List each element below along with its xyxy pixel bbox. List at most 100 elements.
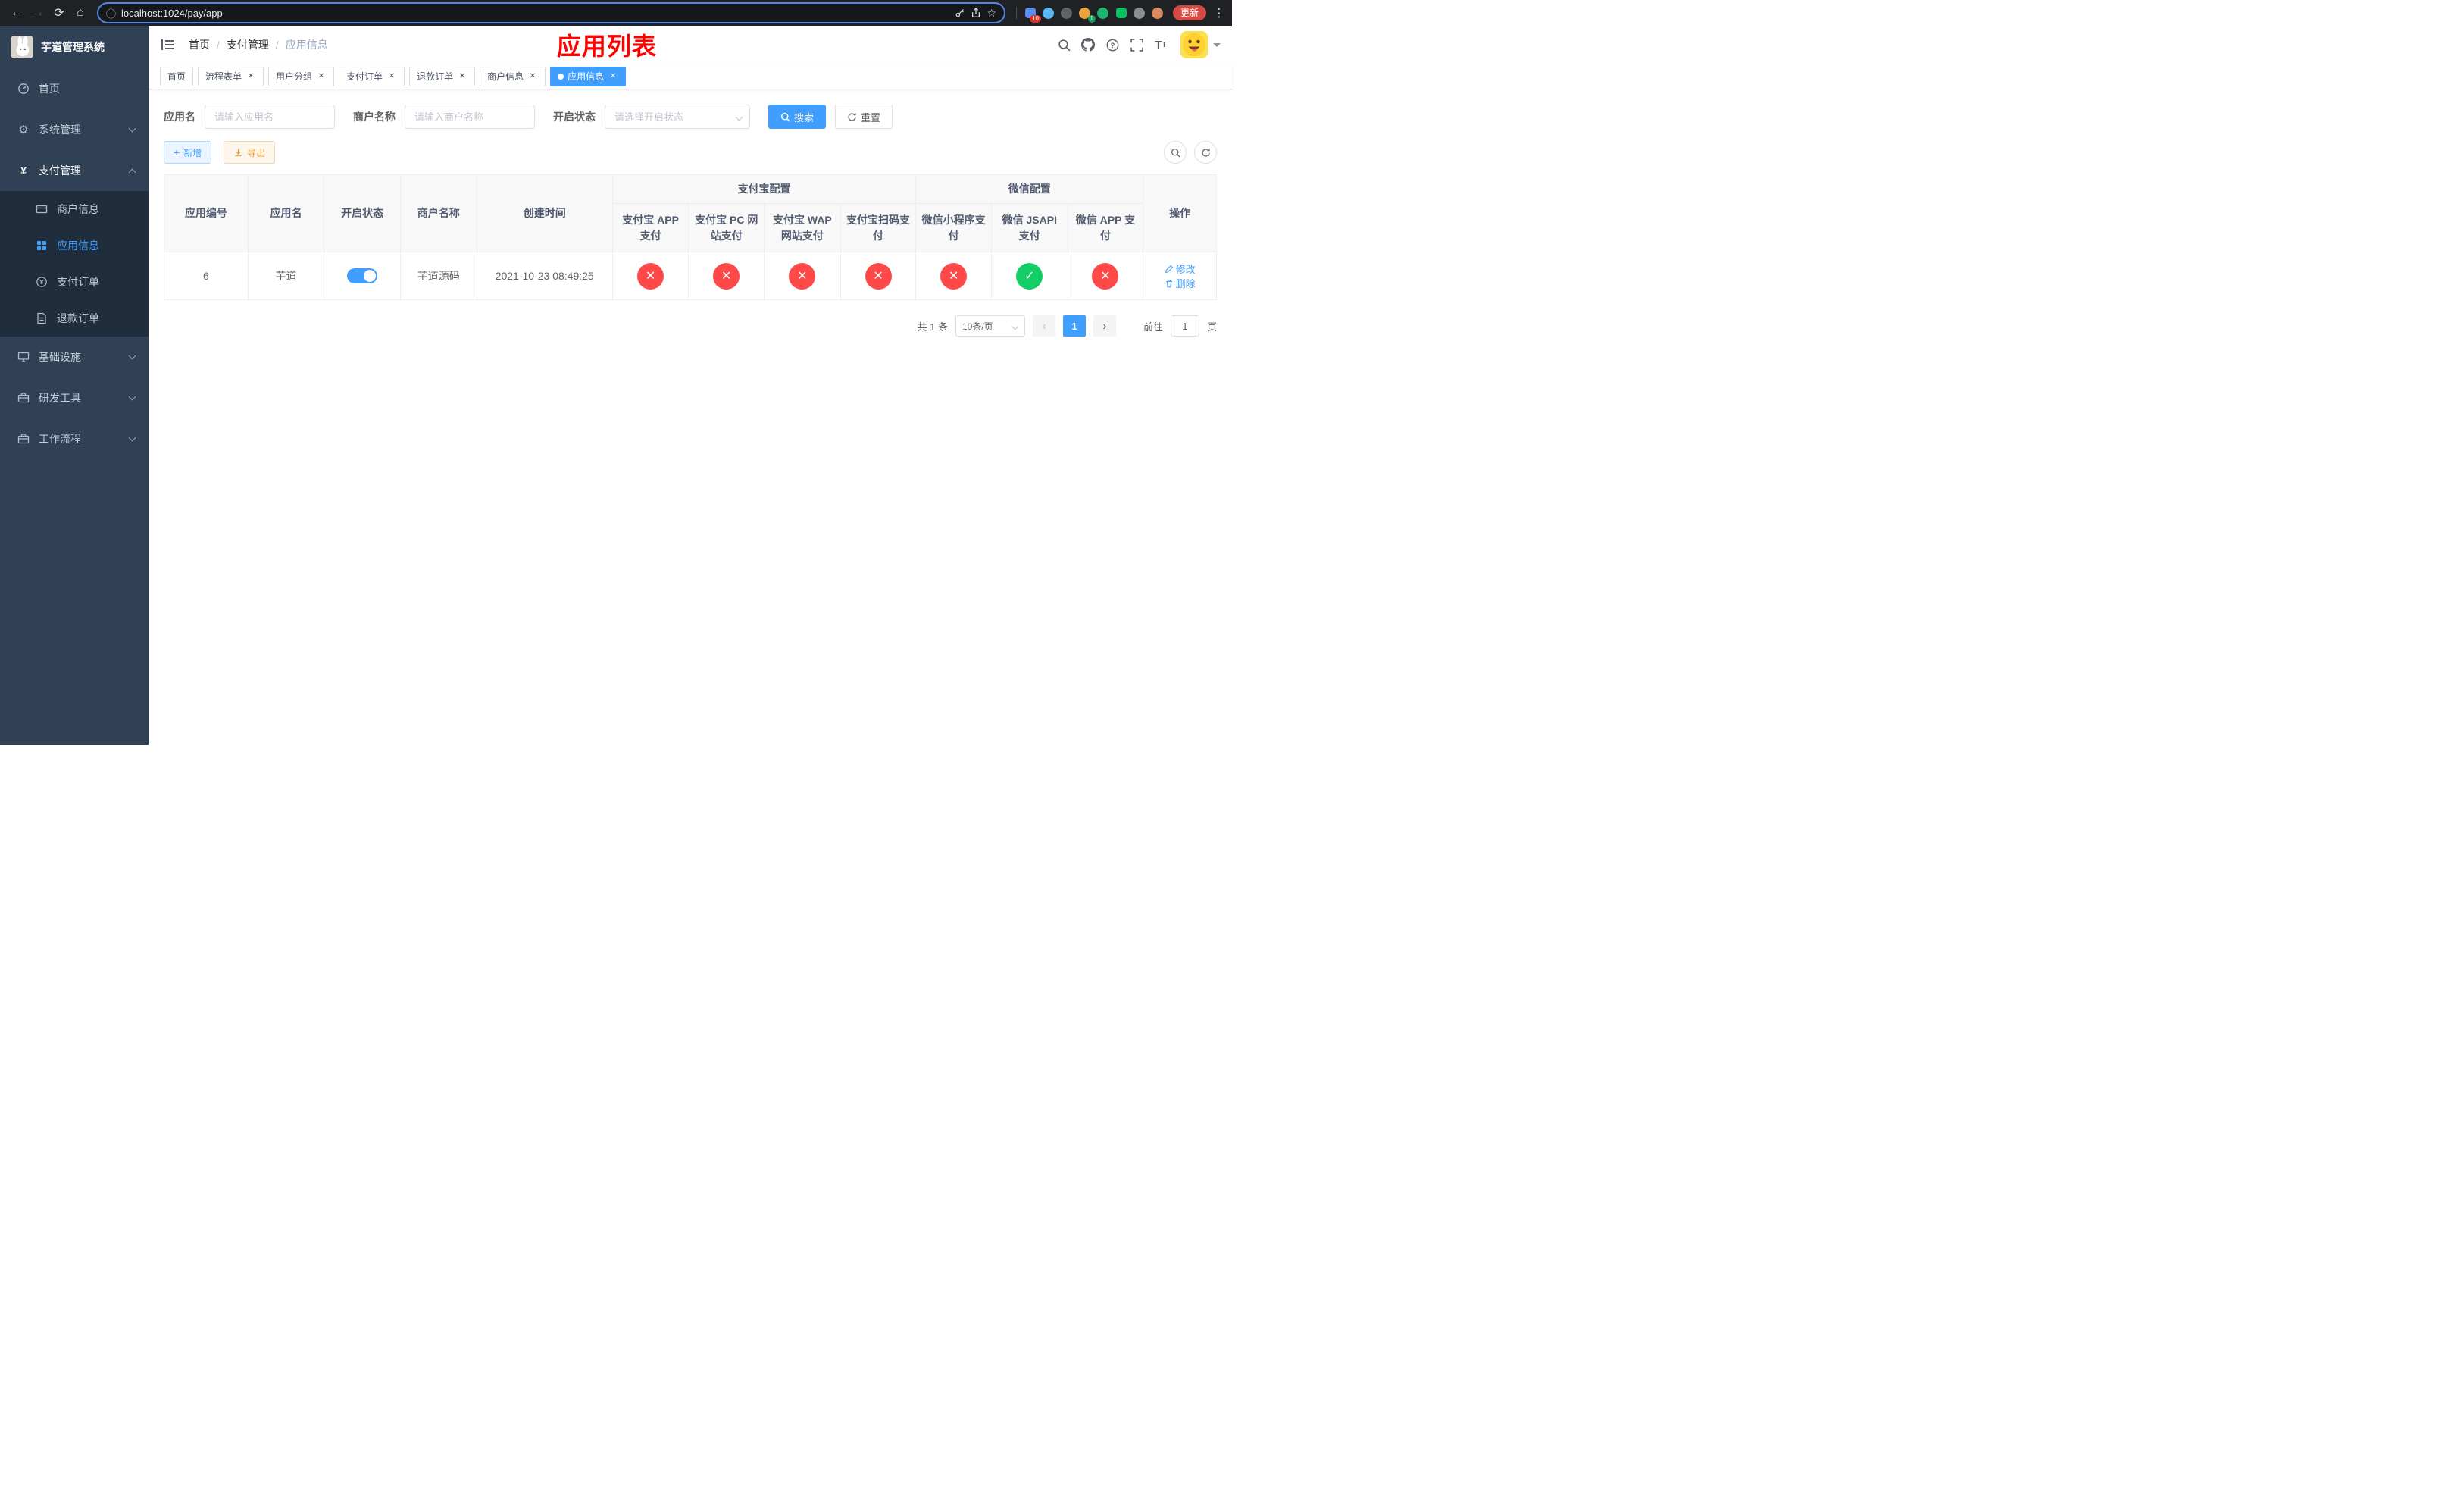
tab-close-icon[interactable]: ✕ [245,71,256,82]
sidebar-item-app-info[interactable]: 应用信息 [0,227,149,264]
search-button-label: 搜索 [794,111,815,124]
tab-close-icon[interactable]: ✕ [457,71,467,82]
tab-app-info[interactable]: 应用信息 ✕ [550,66,627,86]
tab-close-icon[interactable]: ✕ [608,71,618,82]
extension-dark-icon[interactable] [1058,5,1075,21]
col-header-alipay-pc: 支付宝 PC 网站支付 [688,203,765,252]
alipay-app-status-icon: ✕ [637,262,664,290]
share-icon[interactable] [971,8,981,18]
table-toolbar: + 新增 导出 [164,141,1217,164]
prev-page-button[interactable]: ‹ [1032,315,1055,337]
tab-pay-order[interactable]: 支付订单 ✕ [339,66,405,86]
navbar-right: ? TT [1052,31,1221,58]
delete-link-label: 删除 [1175,278,1196,290]
sidebar-item-label: 支付管理 [39,164,81,177]
app-table: 应用编号 应用名 开启状态 商户名称 创建时间 支付宝配置 微信配置 操作 支付… [164,174,1217,300]
col-header-alipay-app: 支付宝 APP 支付 [611,203,689,252]
status-select-input[interactable] [605,105,750,129]
tab-label: 用户分组 [276,71,313,82]
sidebar-item-payment[interactable]: ¥ 支付管理 [0,150,149,191]
browser-home-button[interactable]: ⌂ [70,2,91,23]
svg-text:?: ? [1110,42,1115,50]
font-size-icon[interactable]: TT [1149,32,1173,58]
address-bar[interactable]: ⓘ localhost:1024/pay/app ☆ [97,2,1005,23]
extension-pin-icon[interactable] [1131,5,1148,21]
app-title: 芋道管理系统 [41,41,105,53]
pay-order-icon [35,276,48,288]
app-name-input[interactable] [205,105,335,129]
toggle-search-button[interactable] [1164,141,1187,164]
chevron-down-icon [128,352,136,360]
pagination-total: 共 1 条 [917,321,948,333]
search-button[interactable]: 搜索 [768,105,827,129]
extension-green-circle-icon[interactable] [1095,5,1112,21]
browser-menu-icon[interactable]: ⋮ [1212,6,1226,20]
tab-user-group[interactable]: 用户分组 ✕ [268,66,335,86]
pagination: 共 1 条 10条/页 ‹ 1 › 前往 页 [164,315,1217,337]
add-button[interactable]: + 新增 [164,141,212,164]
github-icon[interactable] [1076,32,1100,58]
tab-close-icon[interactable]: ✕ [316,71,327,82]
fullscreen-icon[interactable] [1124,32,1149,58]
page-1-button[interactable]: 1 [1062,315,1086,337]
tab-merchant-info[interactable]: 商户信息 ✕ [480,66,546,86]
browser-reload-button[interactable]: ⟳ [48,2,70,23]
sidebar-item-workflow[interactable]: 工作流程 [0,418,149,459]
tab-home[interactable]: 首页 [160,66,194,86]
status-select[interactable] [605,105,750,129]
breadcrumb: 首页 / 支付管理 / 应用信息 [189,37,328,52]
merchant-name-input[interactable] [405,105,535,129]
tab-process-form[interactable]: 流程表单 ✕ [198,66,264,86]
sidebar-item-home[interactable]: 首页 [0,68,149,109]
edit-link[interactable]: 修改 [1165,261,1196,276]
password-key-icon[interactable] [955,8,965,18]
page-size-select[interactable]: 10条/页 [955,315,1025,337]
sidebar-item-dev-tools[interactable]: 研发工具 [0,377,149,418]
col-header-wx-jsapi: 微信 JSAPI 支付 [990,203,1068,252]
table-row: 6 芋道 芋道源码 2021-10-23 08:49:25 ✕ ✕ ✕ ✕ ✕ … [164,252,1217,300]
refresh-table-button[interactable] [1194,141,1217,164]
bank-card-icon [35,203,48,215]
sidebar-toggle-icon[interactable] [160,36,177,53]
col-group-wechat: 微信配置 [915,174,1144,204]
sidebar-item-pay-order[interactable]: 支付订单 [0,264,149,300]
sidebar-item-refund-order[interactable]: 退款订单 [0,300,149,337]
header-search-icon[interactable] [1052,32,1076,58]
export-button[interactable]: 导出 [224,141,276,164]
sidebar-item-infrastructure[interactable]: 基础设施 [0,337,149,377]
extension-grid-icon[interactable]: 10 [1022,5,1041,23]
browser-forward-button[interactable]: → [27,2,48,23]
extension-drop-icon[interactable] [1040,5,1057,21]
tab-refund-order[interactable]: 退款订单 ✕ [409,66,476,86]
sidebar-logo[interactable]: 芋道管理系统 [0,26,149,68]
export-button-label: 导出 [247,147,266,158]
sidebar-item-label: 退款订单 [57,312,99,324]
enabled-toggle[interactable] [347,268,378,283]
filter-form: 应用名 商户名称 开启状态 搜索 重置 [164,105,1217,129]
goto-page-input[interactable] [1170,315,1199,337]
sidebar-item-label: 研发工具 [39,392,81,404]
browser-back-button[interactable]: ← [6,2,27,23]
chevron-down-icon [1011,322,1019,330]
breadcrumb-payment: 支付管理 [226,39,269,51]
edit-link-label: 修改 [1175,264,1196,275]
reset-button[interactable]: 重置 [835,105,893,129]
sidebar-item-system[interactable]: ⚙ 系统管理 [0,109,149,150]
user-menu[interactable] [1180,31,1221,58]
extension-face-icon[interactable] [1149,5,1166,21]
breadcrumb-home[interactable]: 首页 [189,37,210,52]
sidebar-item-label: 工作流程 [39,433,81,445]
sidebar-item-merchant-info[interactable]: 商户信息 [0,191,149,227]
alipay-pc-status-icon: ✕ [713,262,740,290]
next-page-button[interactable]: › [1093,315,1116,337]
tab-close-icon[interactable]: ✕ [527,71,538,82]
site-info-icon[interactable]: ⓘ [106,6,116,20]
extension-avatar-icon[interactable]: 1 [1077,5,1096,23]
browser-update-button[interactable]: 更新 [1172,5,1206,20]
tab-close-icon[interactable]: ✕ [386,71,397,82]
extension-wechat-devtools-icon[interactable] [1113,5,1130,21]
bookmark-star-icon[interactable]: ☆ [987,7,996,20]
extension-badge: 10 [1030,15,1041,23]
help-icon[interactable]: ? [1100,32,1124,58]
delete-link[interactable]: 删除 [1165,276,1196,290]
